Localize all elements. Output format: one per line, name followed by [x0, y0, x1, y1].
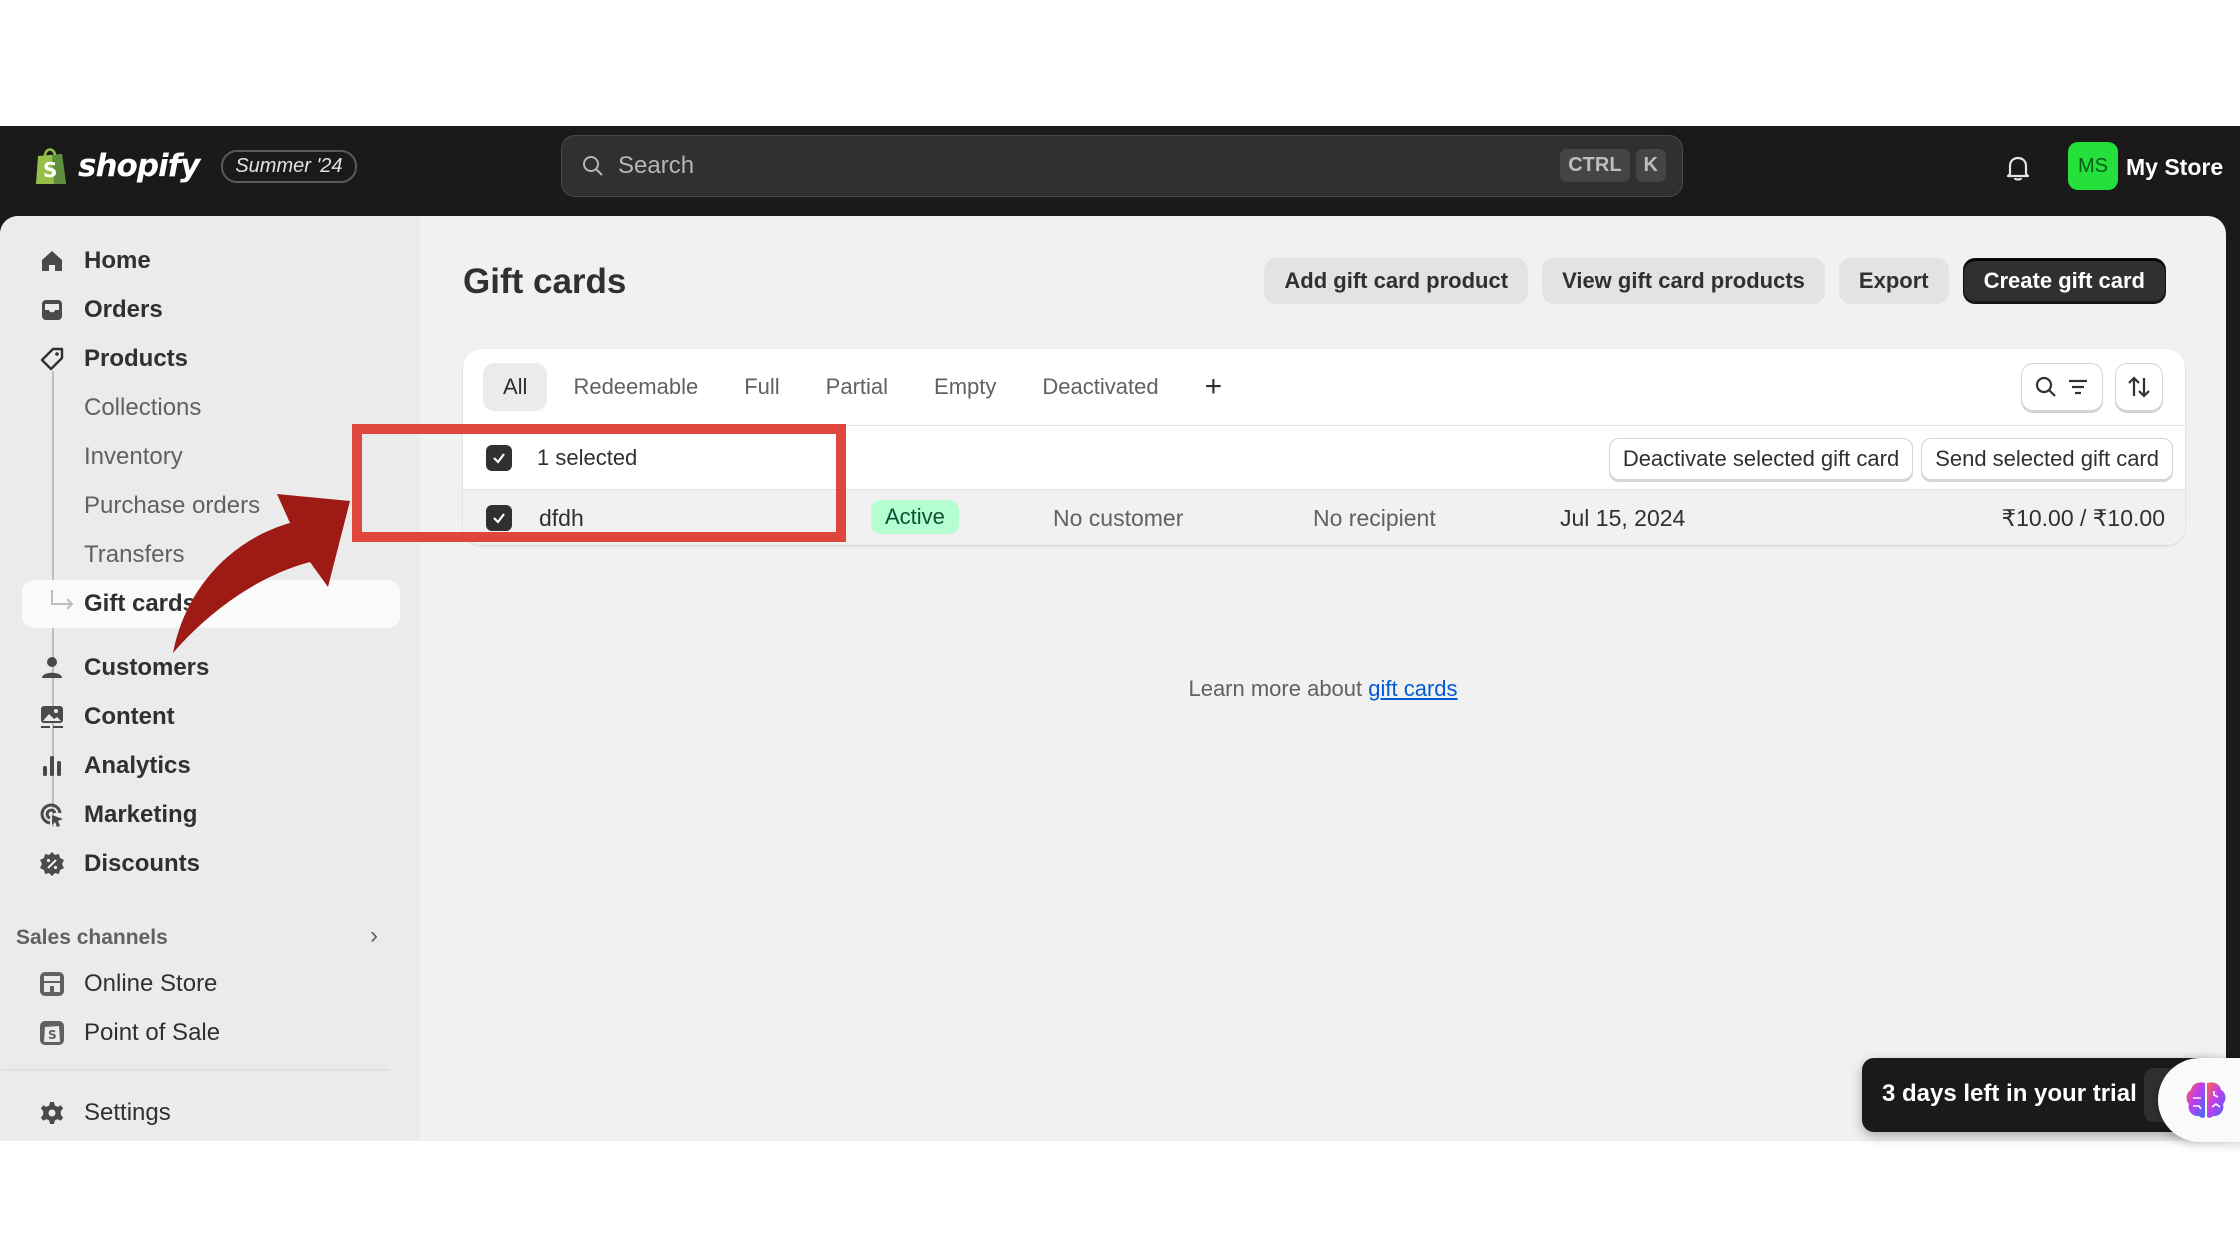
sidebar-item-label: Point of Sale	[84, 1019, 221, 1046]
avatar[interactable]: MS	[2068, 142, 2118, 190]
page-actions: Add gift card product View gift card pro…	[1264, 258, 2166, 304]
chevron-right-icon[interactable]: ›	[370, 922, 378, 950]
discount-icon	[40, 852, 64, 876]
create-gift-card-button[interactable]: Create gift card	[1962, 258, 2166, 304]
store-name[interactable]: My Store	[2126, 154, 2223, 181]
sidebar-item-label: Marketing	[84, 801, 198, 828]
sidebar-item-products[interactable]: Products	[22, 335, 400, 383]
sidebar-item-label: Settings	[84, 1099, 171, 1126]
kbd-ctrl: CTRL	[1560, 149, 1630, 182]
sales-channels-heading[interactable]: Sales channels	[16, 926, 168, 950]
customer-cell: No customer	[1053, 505, 1184, 531]
image-icon	[41, 706, 63, 728]
tab-redeemable[interactable]: Redeemable	[553, 363, 718, 411]
pos-icon: S	[40, 1021, 64, 1045]
search-filter-button[interactable]	[2021, 363, 2103, 411]
edition-badge[interactable]: Summer '24	[221, 149, 357, 183]
person-icon	[42, 657, 62, 678]
tree-branch-icon	[51, 590, 74, 610]
sidebar-item-label: Online Store	[84, 970, 218, 997]
svg-text:S: S	[43, 158, 57, 182]
balance-cell: ₹10.00 / ₹10.00	[2001, 505, 2165, 531]
sidebar-item-label: Home	[84, 247, 151, 274]
top-bar: S shopify Summer '24 Search CTRL K MS My…	[0, 126, 2240, 216]
export-button[interactable]: Export	[1838, 258, 1949, 304]
add-gift-card-product-button[interactable]: Add gift card product	[1264, 258, 1529, 304]
sidebar-divider	[0, 1069, 390, 1071]
kbd-k: K	[1635, 149, 1666, 182]
keyboard-shortcut: CTRL K	[1560, 149, 1666, 182]
sidebar-item-label: Orders	[84, 296, 163, 323]
sidebar-item-home[interactable]: Home	[22, 237, 400, 285]
sidebar-item-label: Inventory	[84, 443, 183, 470]
brain-icon	[2186, 1082, 2226, 1118]
svg-text:S: S	[48, 1028, 57, 1042]
sidebar-item-label: Analytics	[84, 752, 191, 779]
tab-empty[interactable]: Empty	[914, 363, 1016, 411]
sidebar-item-label: Products	[84, 345, 189, 372]
learn-more-text: Learn more about	[1188, 676, 1369, 701]
deactivate-selected-button[interactable]: Deactivate selected gift card	[1608, 438, 1914, 480]
search-icon	[2035, 376, 2056, 397]
sidebar: Home Orders Products Collections Invento…	[0, 216, 420, 1141]
sidebar-item-collections[interactable]: Collections	[22, 384, 400, 432]
sidebar-item-orders[interactable]: Orders	[22, 286, 400, 334]
sidebar-item-label: Content	[84, 703, 175, 730]
tab-deactivated[interactable]: Deactivated	[1022, 363, 1178, 411]
sort-button[interactable]	[2115, 363, 2163, 411]
target-icon	[40, 803, 63, 827]
sidebar-item-marketing[interactable]: Marketing	[22, 791, 400, 839]
add-view-button[interactable]: +	[1185, 363, 1243, 411]
trial-text: 3 days left in your trial	[1882, 1080, 2137, 1107]
store-icon	[40, 972, 64, 996]
sidebar-item-settings[interactable]: Settings	[22, 1089, 400, 1137]
page-title: Gift cards	[463, 262, 627, 301]
sidebar-item-analytics[interactable]: Analytics	[22, 742, 400, 790]
learn-more: Learn more about gift cards	[420, 676, 2226, 702]
tab-partial[interactable]: Partial	[806, 363, 908, 411]
sidebar-item-label: Discounts	[84, 850, 201, 877]
main-frame: Home Orders Products Collections Invento…	[0, 216, 2226, 1141]
shopify-bag-icon: S	[36, 148, 66, 184]
sidebar-item-discounts[interactable]: Discounts	[22, 840, 400, 888]
main-content: Gift cards Add gift card product View gi…	[420, 216, 2226, 1141]
gift-cards-help-link[interactable]: gift cards	[1368, 676, 1457, 701]
sidebar-item-label: Collections	[84, 394, 202, 421]
home-icon	[42, 251, 62, 271]
tab-all[interactable]: All	[483, 363, 548, 411]
ai-assistant-button[interactable]	[2158, 1058, 2240, 1142]
bar-chart-icon	[43, 756, 61, 776]
search-bar[interactable]: Search CTRL K	[561, 135, 1683, 197]
curved-arrow-annotation	[173, 494, 350, 653]
view-gift-card-products-button[interactable]: View gift card products	[1542, 258, 1825, 304]
search-icon	[583, 156, 603, 176]
sort-icon	[2128, 376, 2150, 398]
inbox-icon	[42, 300, 62, 320]
send-selected-button[interactable]: Send selected gift card	[1921, 438, 2173, 480]
bell-icon[interactable]	[2002, 152, 2034, 184]
shopify-logo[interactable]: S shopify Summer '24	[34, 146, 357, 186]
date-cell: Jul 15, 2024	[1560, 505, 1686, 531]
recipient-cell: No recipient	[1313, 505, 1436, 531]
filter-tabs: All Redeemable Full Partial Empty Deacti…	[483, 363, 1242, 411]
sidebar-item-online-store[interactable]: Online Store	[22, 960, 400, 1008]
bulk-buttons: Deactivate selected gift card Send selec…	[1608, 438, 2173, 480]
search-placeholder: Search	[618, 152, 695, 179]
sidebar-item-content[interactable]: Content	[22, 693, 400, 741]
tag-icon	[40, 347, 64, 371]
sidebar-item-point-of-sale[interactable]: S Point of Sale	[22, 1009, 400, 1057]
tab-full[interactable]: Full	[724, 363, 799, 411]
filter-icon	[2069, 379, 2087, 395]
brand-name: shopify	[78, 148, 200, 184]
gear-icon	[40, 1102, 64, 1124]
highlight-annotation	[352, 424, 846, 542]
status-badge: Active	[871, 500, 959, 534]
